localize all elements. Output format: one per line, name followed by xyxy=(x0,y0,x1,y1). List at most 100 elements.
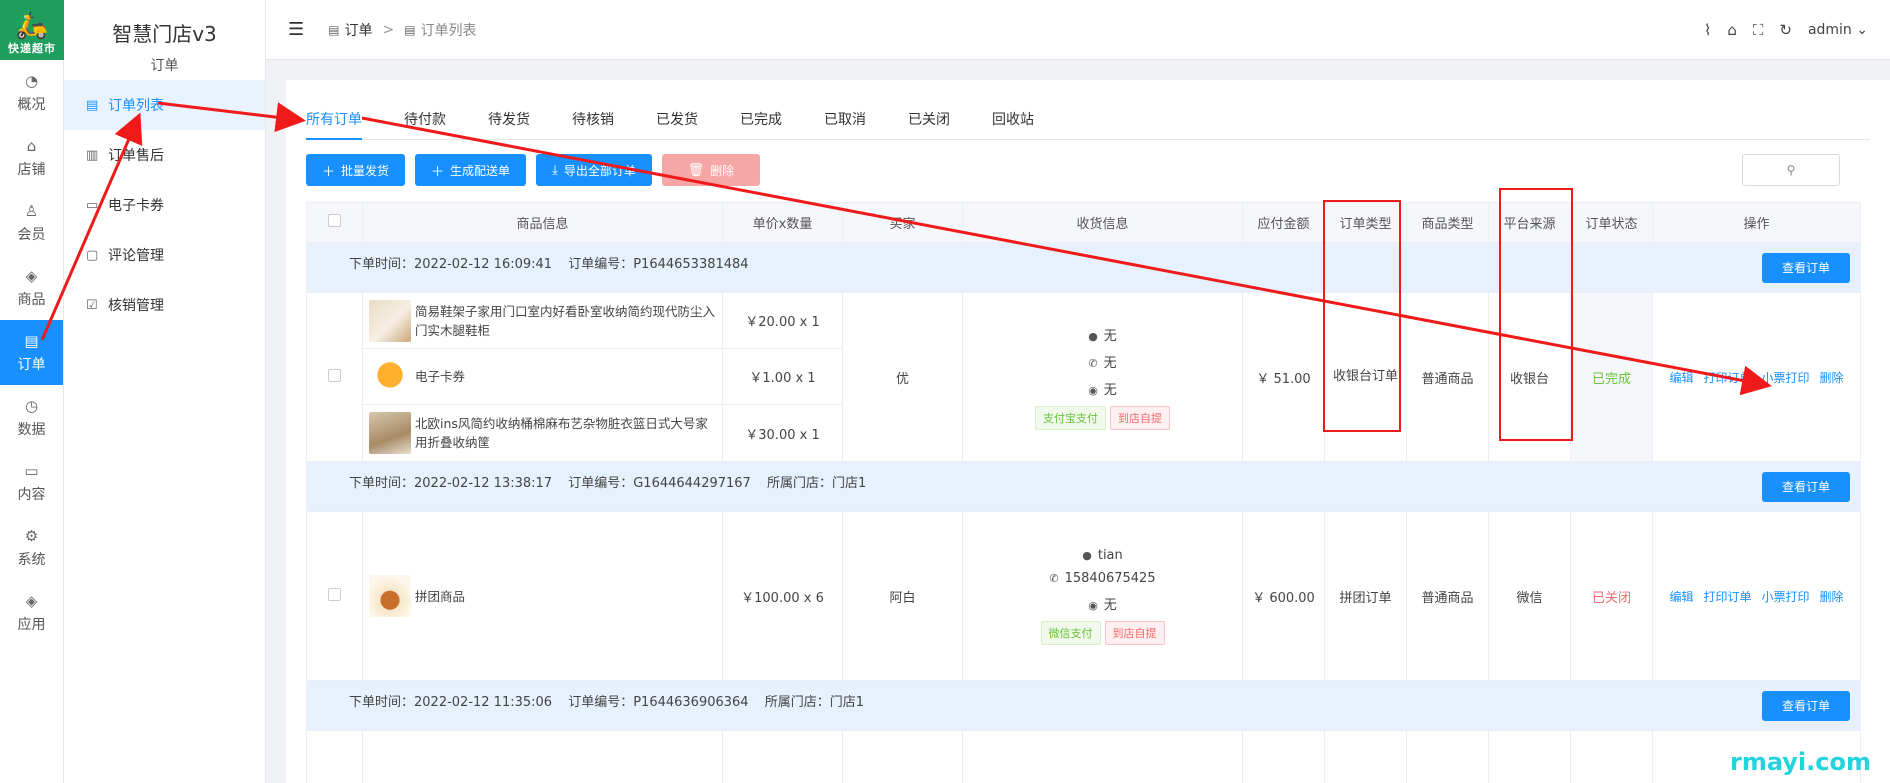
order-group-row: 下单时间：2022-02-12 11:35:06 订单编号：P164463690… xyxy=(306,680,1861,731)
receiver-address: ◉ 无 xyxy=(963,379,1242,398)
generate-delivery-button[interactable]: ＋ 生成配送单 xyxy=(415,154,527,186)
refresh-icon[interactable]: ↻ xyxy=(1779,21,1792,39)
order-table: 商品信息 单价x数量 买家 收货信息 应付金额 订单类型 商品类型 平台来源 订… xyxy=(306,202,1861,783)
sidebar-item-comments[interactable]: ▢ 评论管理 xyxy=(64,230,265,280)
search-icon: ⚲ xyxy=(1786,163,1796,177)
order-row: 拼团商品 ￥100.00 x 6 阿白 ● tian ✆ 15840675425 ◉… xyxy=(306,511,1861,681)
export-all-button[interactable]: ⤓ 导出全部订单 xyxy=(536,154,652,186)
broom-icon[interactable]: ⌇ xyxy=(1704,21,1711,39)
delete-link[interactable]: 删除 xyxy=(1820,371,1844,385)
top-bar: ☰ ▤ 订单 > ▤ 订单列表 ⌇ ⌂ ⛶ ↻ admin ⌄ xyxy=(266,0,1890,60)
order-store: 所属门店：门店1 xyxy=(766,475,867,491)
goods-cell: 简易鞋架子家用门口室内好看卧室收纳简约现代防尘入门实木腿鞋柜 电子卡券 北欧in… xyxy=(362,292,723,462)
user-icon: ♙ xyxy=(24,201,39,220)
col-status: 订单状态 xyxy=(1570,202,1653,243)
top-right-tools: ⌇ ⌂ ⛶ ↻ admin ⌄ xyxy=(1704,0,1868,60)
order-group-info: 下单时间：2022-02-12 13:38:17 订单编号：G164464429… xyxy=(306,461,1861,512)
order-time: 下单时间：2022-02-12 11:35:06 xyxy=(349,694,553,710)
download-icon: ⤓ xyxy=(552,162,558,178)
tab-cancelled[interactable]: 已取消 xyxy=(824,108,866,140)
order-tags: 微信支付 到店自提 xyxy=(963,620,1242,645)
theme-shirt-icon[interactable]: ⌂ xyxy=(1727,21,1737,39)
tab-pending-payment[interactable]: 待付款 xyxy=(404,108,446,140)
rail-item-member[interactable]: ♙ 会员 xyxy=(0,190,63,255)
goods-price: ￥20.00 x 1 xyxy=(723,293,842,349)
print-order-link[interactable]: 打印订单 xyxy=(1703,590,1751,604)
tab-pending-verify[interactable]: 待核销 xyxy=(572,108,614,140)
phone-icon: ✆ xyxy=(1049,571,1059,585)
receipt-print-link[interactable]: 小票打印 xyxy=(1762,590,1810,604)
tab-shipped[interactable]: 已发货 xyxy=(656,108,698,140)
search-button[interactable]: ⚲ xyxy=(1742,154,1840,186)
edit-link[interactable]: 编辑 xyxy=(1669,590,1693,604)
delivery-tag: 到店自提 xyxy=(1110,405,1170,430)
receiver-phone-text: 无 xyxy=(1103,355,1117,371)
user-menu[interactable]: admin ⌄ xyxy=(1808,22,1868,38)
order-row xyxy=(306,730,1861,783)
print-order-link[interactable]: 打印订单 xyxy=(1703,371,1751,385)
sidebar-item-verification[interactable]: ☑ 核销管理 xyxy=(64,280,265,330)
table-header: 商品信息 单价x数量 买家 收货信息 应付金额 订单类型 商品类型 平台来源 订… xyxy=(306,202,1861,243)
rail-item-apps[interactable]: ◈ 应用 xyxy=(0,580,63,645)
view-order-button[interactable]: 查看订单 xyxy=(1761,471,1850,502)
rail-item-store[interactable]: ⌂ 店铺 xyxy=(0,125,63,190)
row-check-cell xyxy=(306,511,363,681)
order-group-info: 下单时间：2022-02-12 16:09:41 订单编号：P164465338… xyxy=(306,242,1861,293)
check-square-icon: ☑ xyxy=(86,297,98,313)
cube-icon: ◈ xyxy=(25,591,38,610)
sidebar-item-after-sale[interactable]: ▥ 订单售后 xyxy=(64,130,265,180)
delete-button[interactable]: 🗑 删除 xyxy=(661,154,760,186)
goods-type-cell: 普通商品 xyxy=(1406,292,1489,462)
tab-closed[interactable]: 已关闭 xyxy=(908,108,950,140)
edit-link[interactable]: 编辑 xyxy=(1669,371,1693,385)
tab-recycle-bin[interactable]: 回收站 xyxy=(992,108,1034,140)
row-checkbox[interactable] xyxy=(328,368,341,382)
trash-icon: 🗑 xyxy=(687,162,705,178)
price-cell xyxy=(722,730,843,783)
order-group-row: 下单时间：2022-02-12 16:09:41 订单编号：P164465338… xyxy=(306,242,1861,293)
delivery-tag: 到店自提 xyxy=(1104,620,1165,645)
col-price-qty: 单价x数量 xyxy=(722,202,843,243)
rail-item-content[interactable]: ▭ 内容 xyxy=(0,450,63,515)
view-order-button[interactable]: 查看订单 xyxy=(1761,690,1850,721)
app-title: 智慧门店v3 xyxy=(112,22,217,46)
breadcrumb-orders[interactable]: 订单 xyxy=(344,20,372,40)
view-order-button[interactable]: 查看订单 xyxy=(1761,252,1850,283)
goods-name: 北欧ins风简约收纳桶棉麻布艺杂物脏衣篮日式大号家用折叠收纳筐 xyxy=(415,416,708,450)
row-checkbox[interactable] xyxy=(328,587,341,601)
rail-label: 店铺 xyxy=(17,161,46,178)
button-label: 生成配送单 xyxy=(450,163,511,178)
menu-toggle-icon[interactable]: ☰ xyxy=(288,19,304,40)
goods-item[interactable]: 简易鞋架子家用门口室内好看卧室收纳简约现代防尘入门实木腿鞋柜 xyxy=(363,293,722,349)
button-label: 查看订单 xyxy=(1781,260,1830,275)
tab-all[interactable]: 所有订单 xyxy=(306,108,362,140)
tab-pending-shipment[interactable]: 待发货 xyxy=(488,108,530,140)
rail-item-orders[interactable]: ▤ 订单 xyxy=(0,320,63,385)
actions-cell: 编辑 打印订单 小票打印 删除 xyxy=(1652,511,1861,681)
sidebar-item-order-list[interactable]: ▤ 订单列表 xyxy=(64,80,265,130)
goods-item[interactable]: 北欧ins风简约收纳桶棉麻布艺杂物脏衣篮日式大号家用折叠收纳筐 xyxy=(363,405,722,461)
chevron-down-icon: ⌄ xyxy=(1856,22,1868,38)
fullscreen-icon[interactable]: ⛶ xyxy=(1753,21,1764,39)
amount-cell: ￥ 51.00 xyxy=(1242,292,1325,462)
select-all-checkbox[interactable] xyxy=(328,214,341,227)
sidebar-item-e-coupon[interactable]: ▭ 电子卡券 xyxy=(64,180,265,230)
col-buyer: 买家 xyxy=(842,202,963,243)
delete-link[interactable]: 删除 xyxy=(1820,590,1844,604)
receipt-print-link[interactable]: 小票打印 xyxy=(1762,371,1810,385)
rail-label: 系统 xyxy=(17,551,46,568)
plus-icon: ＋ xyxy=(322,164,336,180)
batch-ship-button[interactable]: ＋ 批量发货 xyxy=(306,154,406,186)
rail-item-data[interactable]: ◷ 数据 xyxy=(0,385,63,450)
order-store: 所属门店：门店1 xyxy=(764,694,865,710)
row-check-cell xyxy=(306,292,363,462)
goods-item[interactable]: 电子卡券 xyxy=(363,349,722,405)
tab-completed[interactable]: 已完成 xyxy=(740,108,782,140)
col-goods: 商品信息 xyxy=(362,202,723,243)
rail-item-goods[interactable]: ◈ 商品 xyxy=(0,255,63,320)
goods-item[interactable]: 拼团商品 xyxy=(363,512,722,680)
rail-item-overview[interactable]: ◔ 概况 xyxy=(0,60,63,125)
order-number: 订单编号：P1644653381484 xyxy=(568,256,749,272)
receiver-address-text: 无 xyxy=(1103,597,1117,613)
rail-item-system[interactable]: ⚙ 系统 xyxy=(0,515,63,580)
